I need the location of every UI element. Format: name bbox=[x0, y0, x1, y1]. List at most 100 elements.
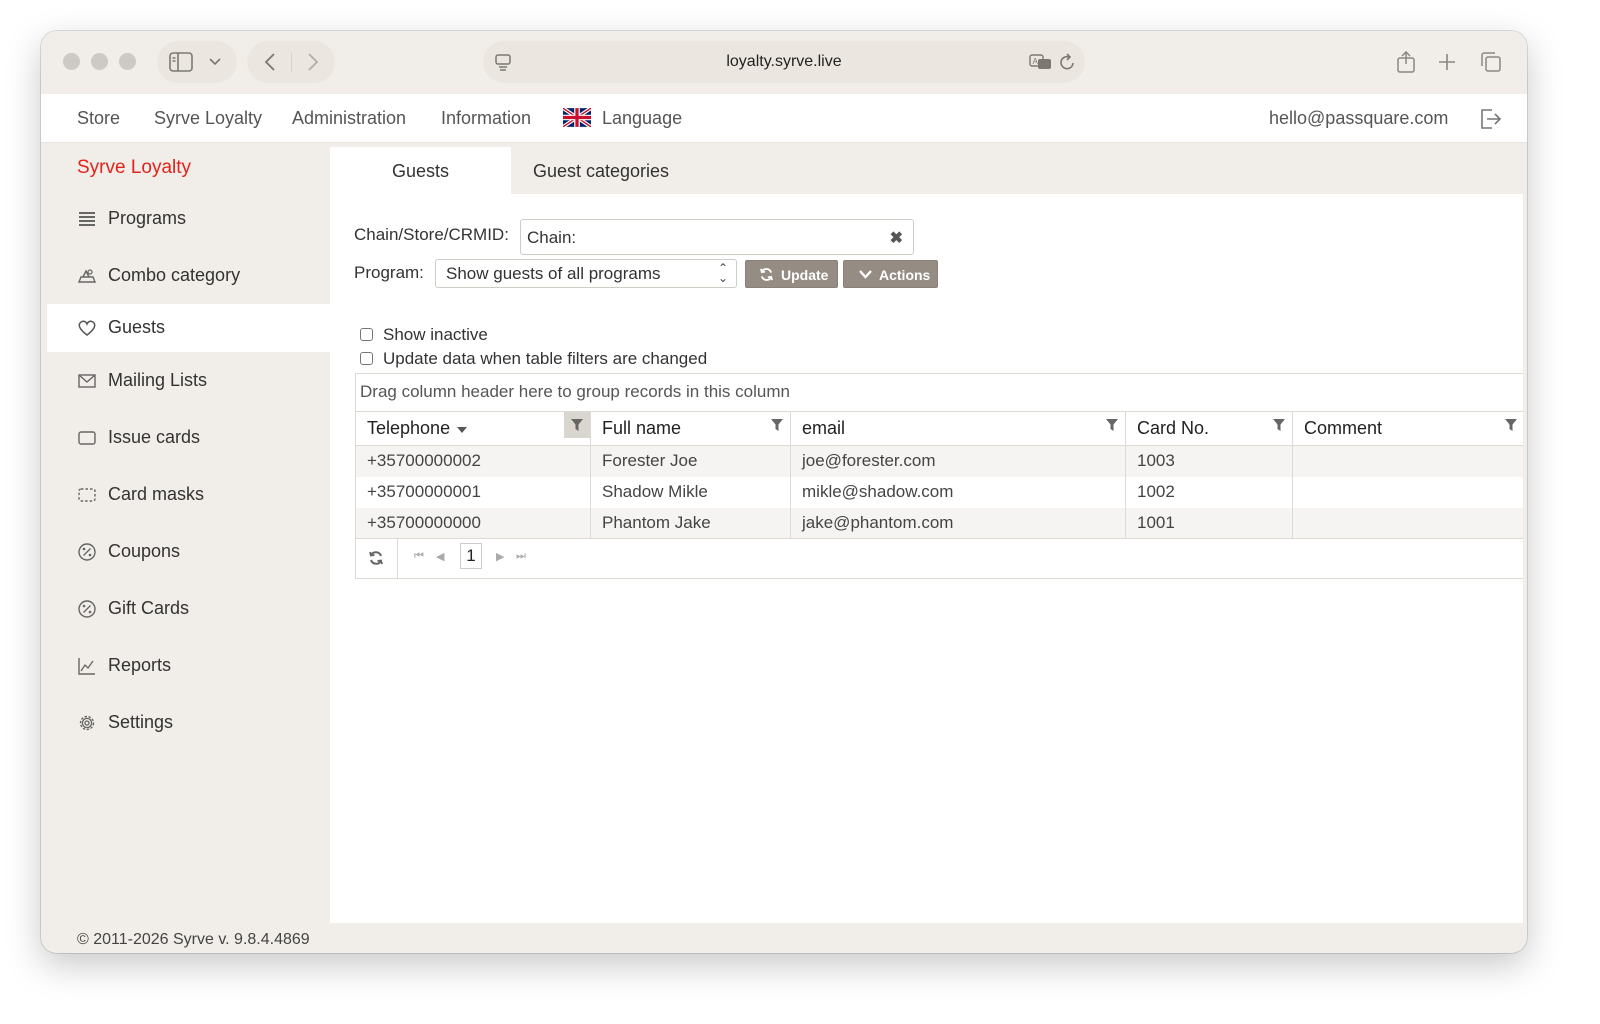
nav-administration[interactable]: Administration bbox=[292, 108, 406, 129]
nav-information[interactable]: Information bbox=[441, 108, 531, 129]
top-navigation: Store Syrve Loyalty Administration Infor… bbox=[41, 94, 1527, 143]
filter-icon[interactable] bbox=[1272, 418, 1286, 432]
uk-flag-icon[interactable] bbox=[563, 108, 591, 127]
cell-full-name[interactable]: Shadow Mikle bbox=[591, 477, 791, 508]
share-icon[interactable] bbox=[1397, 51, 1415, 73]
cell-full-name[interactable]: Phantom Jake bbox=[591, 508, 791, 539]
chain-input-value: Chain: bbox=[527, 228, 577, 247]
actions-button[interactable]: Actions bbox=[843, 260, 938, 288]
tab-guest-categories[interactable]: Guest categories bbox=[511, 147, 691, 194]
browser-window: loyalty.syrve.live A Store Syrve Loyalty… bbox=[41, 31, 1527, 953]
next-page-icon[interactable]: ▶ bbox=[496, 550, 504, 563]
cell-card-no[interactable]: 1003 bbox=[1126, 446, 1293, 477]
address-bar[interactable]: loyalty.syrve.live A bbox=[483, 41, 1085, 83]
table-row[interactable]: +35700000000 Phantom Jake jake@phantom.c… bbox=[356, 508, 1523, 539]
column-header-card-no[interactable]: Card No. bbox=[1126, 412, 1293, 446]
sidebar-item-label: Issue cards bbox=[108, 427, 201, 447]
update-on-filter-label[interactable]: Update data when table filters are chang… bbox=[383, 349, 707, 369]
nav-language[interactable]: Language bbox=[602, 108, 682, 129]
sidebar-item-label: Mailing Lists bbox=[108, 370, 208, 390]
sidebar-item-settings[interactable]: Settings bbox=[47, 699, 330, 747]
cell-email[interactable]: joe@forester.com bbox=[791, 446, 1126, 477]
sidebar-item-card-masks[interactable]: Card masks bbox=[47, 471, 330, 519]
table-row[interactable]: +35700000002 Forester Joe joe@forester.c… bbox=[356, 446, 1523, 477]
close-window-button[interactable] bbox=[63, 53, 80, 70]
nav-syrve-loyalty[interactable]: Syrve Loyalty bbox=[154, 108, 262, 129]
cell-email[interactable]: jake@phantom.com bbox=[791, 508, 1126, 539]
card-icon bbox=[78, 431, 96, 445]
group-by-panel[interactable]: Drag column header here to group records… bbox=[356, 374, 1523, 412]
program-select[interactable]: Show guests of all programs ⌃ ⌄ bbox=[435, 259, 737, 288]
reload-icon[interactable] bbox=[1060, 53, 1076, 71]
nav-store[interactable]: Store bbox=[77, 108, 120, 129]
table-row[interactable]: +35700000001 Shadow Mikle mikle@shadow.c… bbox=[356, 477, 1523, 508]
column-title: Full name bbox=[602, 418, 682, 438]
filter-icon[interactable] bbox=[770, 418, 784, 432]
sidebar-item-combo-category[interactable]: Combo category bbox=[47, 252, 330, 300]
forward-arrow-icon[interactable] bbox=[307, 53, 319, 71]
sidebar-icon[interactable] bbox=[169, 52, 193, 72]
cell-text: Shadow Mikle bbox=[602, 482, 708, 501]
refresh-icon[interactable] bbox=[368, 550, 384, 566]
filter-icon[interactable] bbox=[1105, 418, 1119, 432]
show-inactive-checkbox[interactable] bbox=[360, 328, 373, 341]
sidebar-item-issue-cards[interactable]: Issue cards bbox=[47, 414, 330, 462]
sort-desc-icon[interactable] bbox=[457, 427, 467, 433]
minimize-window-button[interactable] bbox=[91, 53, 108, 70]
cell-telephone[interactable]: +35700000001 bbox=[356, 477, 591, 508]
cell-text: +35700000002 bbox=[367, 451, 481, 470]
actions-button-label: Actions bbox=[879, 267, 931, 283]
column-header-full-name[interactable]: Full name bbox=[591, 412, 791, 446]
url-text[interactable]: loyalty.syrve.live bbox=[483, 53, 1085, 71]
current-page[interactable]: 1 bbox=[460, 543, 482, 569]
sidebar-item-guests[interactable]: Guests bbox=[47, 304, 330, 352]
chain-store-crmid-input[interactable]: Chain: ✖ bbox=[520, 219, 914, 255]
sidebar-item-programs[interactable]: Programs bbox=[47, 195, 330, 243]
sidebar-item-reports[interactable]: Reports bbox=[47, 642, 330, 690]
filter-icon[interactable] bbox=[564, 412, 590, 438]
cell-comment[interactable] bbox=[1293, 508, 1524, 539]
column-header-comment[interactable]: Comment bbox=[1293, 412, 1524, 446]
column-header-telephone[interactable]: Telephone bbox=[356, 412, 591, 446]
clear-icon[interactable]: ✖ bbox=[890, 228, 903, 248]
history-nav-group bbox=[247, 41, 335, 83]
chain-label: Chain/Store/CRMID: bbox=[354, 225, 509, 244]
column-header-email[interactable]: email bbox=[791, 412, 1126, 446]
sidebar-brand[interactable]: Syrve Loyalty bbox=[77, 157, 191, 179]
cell-card-no[interactable]: 1001 bbox=[1126, 508, 1293, 539]
update-button[interactable]: Update bbox=[745, 260, 838, 288]
prev-page-icon[interactable]: ◀ bbox=[436, 550, 444, 563]
sidebar-item-mailing-lists[interactable]: Mailing Lists bbox=[47, 357, 330, 405]
update-on-filter-checkbox[interactable] bbox=[360, 352, 373, 365]
first-page-icon[interactable]: ⏮ bbox=[414, 550, 424, 563]
cell-full-name[interactable]: Forester Joe bbox=[591, 446, 791, 477]
cell-telephone[interactable]: +35700000000 bbox=[356, 508, 591, 539]
back-arrow-icon[interactable] bbox=[264, 53, 276, 71]
zoom-window-button[interactable] bbox=[119, 53, 136, 70]
last-page-icon[interactable]: ⏭ bbox=[516, 550, 526, 563]
sidebar-item-gift-cards[interactable]: Gift Cards bbox=[47, 585, 330, 633]
cell-card-no[interactable]: 1002 bbox=[1126, 477, 1293, 508]
new-tab-icon[interactable] bbox=[1439, 54, 1455, 70]
tab-guests[interactable]: Guests bbox=[330, 147, 511, 194]
tab-overview-icon[interactable] bbox=[1481, 52, 1501, 72]
cell-comment[interactable] bbox=[1293, 477, 1524, 508]
show-inactive-label[interactable]: Show inactive bbox=[383, 325, 488, 345]
program-select-value: Show guests of all programs bbox=[446, 264, 661, 283]
user-email[interactable]: hello@passquare.com bbox=[1269, 108, 1448, 129]
cell-text: Phantom Jake bbox=[602, 513, 711, 532]
logout-icon[interactable] bbox=[1480, 109, 1502, 129]
cell-text: +35700000001 bbox=[367, 482, 481, 501]
column-title: Comment bbox=[1304, 418, 1383, 438]
sidebar-toggle-group[interactable] bbox=[157, 41, 237, 83]
cell-comment[interactable] bbox=[1293, 446, 1524, 477]
filter-icon[interactable] bbox=[1504, 418, 1518, 432]
sidebar-item-label: Programs bbox=[108, 208, 187, 228]
sidebar-item-coupons[interactable]: Coupons bbox=[47, 528, 330, 576]
cell-telephone[interactable]: +35700000002 bbox=[356, 446, 591, 477]
browser-toolbar: loyalty.syrve.live A bbox=[41, 31, 1527, 94]
translate-icon[interactable]: A bbox=[1029, 54, 1053, 70]
sidebar-item-label: Combo category bbox=[108, 265, 241, 285]
chevron-down-icon[interactable] bbox=[209, 58, 221, 66]
cell-email[interactable]: mikle@shadow.com bbox=[791, 477, 1126, 508]
